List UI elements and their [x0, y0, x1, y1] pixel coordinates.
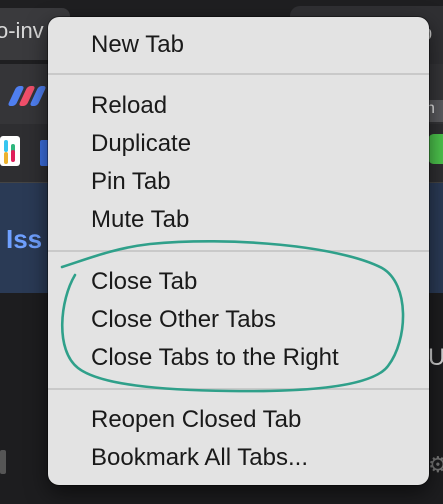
menu-item-pin-tab[interactable]: Pin Tab — [91, 164, 171, 200]
extension-icon[interactable] — [7, 84, 47, 106]
menu-item-new-tab[interactable]: New Tab — [91, 27, 184, 63]
page-header-text[interactable]: Iss — [6, 224, 42, 255]
menu-separator — [48, 388, 429, 390]
gear-icon[interactable]: ⚙ — [428, 452, 443, 478]
menu-item-duplicate[interactable]: Duplicate — [91, 126, 191, 162]
menu-item-close-tab[interactable]: Close Tab — [91, 264, 197, 300]
menu-item-mute-tab[interactable]: Mute Tab — [91, 202, 189, 238]
bookmark-green-icon[interactable] — [428, 134, 443, 164]
tab-context-menu: New Tab Reload Duplicate Pin Tab Mute Ta… — [48, 17, 429, 485]
menu-item-close-tabs-right[interactable]: Close Tabs to the Right — [91, 340, 339, 376]
menu-separator — [48, 250, 429, 252]
menu-item-reload[interactable]: Reload — [91, 88, 167, 124]
menu-item-close-other-tabs[interactable]: Close Other Tabs — [91, 302, 276, 338]
menu-item-bookmark-all-tabs[interactable]: Bookmark All Tabs... — [91, 440, 308, 476]
side-icon — [0, 450, 6, 474]
browser-tab-left-title: o-inv — [0, 18, 44, 43]
browser-window: o-inv o h Iss U ⚙ New Tab Reload Duplica… — [0, 0, 443, 504]
menu-item-reopen-closed-tab[interactable]: Reopen Closed Tab — [91, 402, 301, 438]
menu-separator — [48, 73, 429, 75]
page-side-text: U — [428, 344, 443, 371]
slack-icon[interactable] — [0, 136, 20, 166]
